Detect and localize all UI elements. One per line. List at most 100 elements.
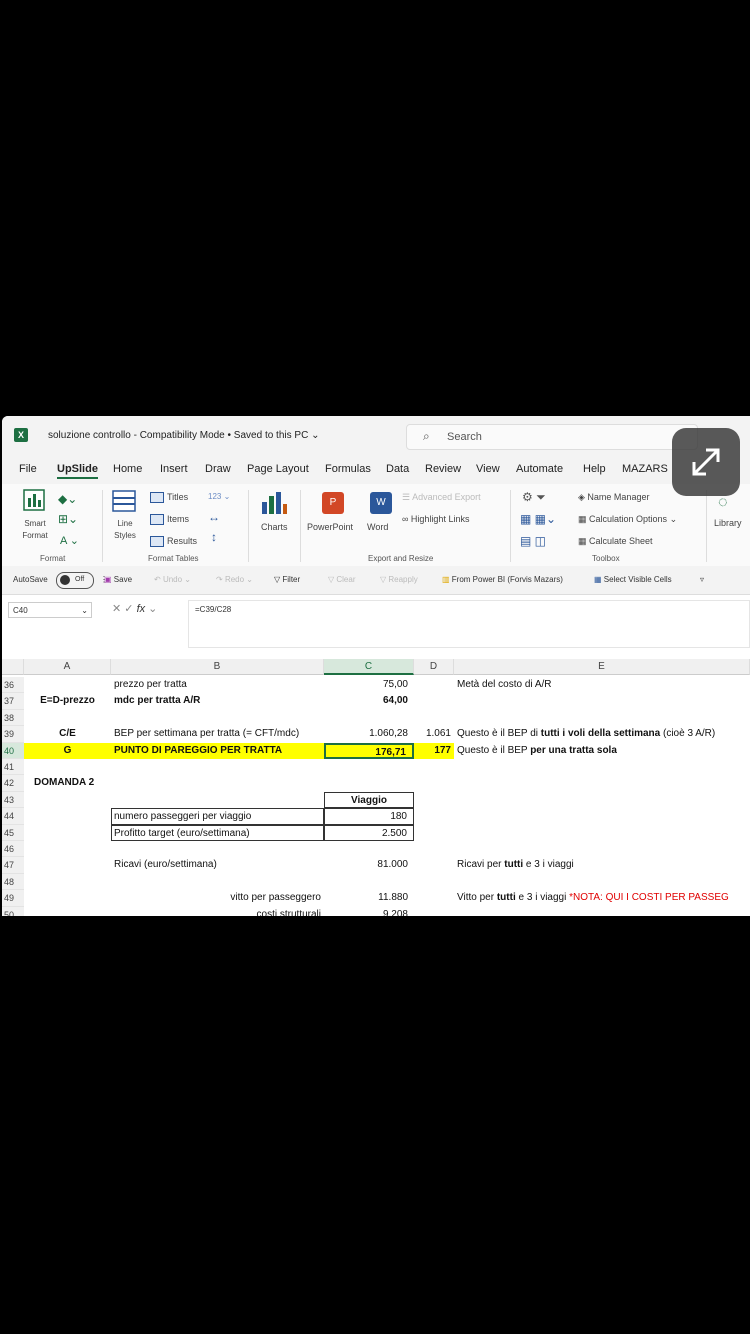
row-header[interactable]: 47	[2, 857, 24, 874]
row-header[interactable]: 45	[2, 824, 24, 841]
spreadsheet-grid[interactable]: A B C D E 36 37 38 39 40 41 42 43 44 45 …	[2, 659, 750, 916]
table-border-icon[interactable]: ⊞⌄	[58, 512, 78, 526]
row-header[interactable]: 37	[2, 693, 24, 710]
cell-b40[interactable]: PUNTO DI PAREGGIO PER TRATTA	[111, 742, 324, 759]
clear-button[interactable]: ▽ Clear	[328, 575, 356, 584]
cell-b50[interactable]: costi strutturali	[111, 907, 321, 916]
cell-c45[interactable]: 2.500	[324, 824, 414, 841]
powerpoint-button[interactable]: PowerPoint	[307, 522, 353, 532]
document-title[interactable]: soluzione controllo - Compatibility Mode…	[48, 430, 319, 441]
row-header[interactable]: 42	[2, 775, 24, 792]
tab-file[interactable]: File	[19, 463, 37, 475]
row-header[interactable]: 43	[2, 791, 24, 809]
select-visible-cells-button[interactable]: ▦ Select Visible Cells	[594, 575, 672, 584]
cell-b49[interactable]: vitto per passeggero	[111, 890, 321, 906]
cell-c37[interactable]: 64,00	[324, 693, 414, 709]
save-button[interactable]: ▣ Save	[104, 575, 132, 584]
cell-b47[interactable]: Ricavi (euro/settimana)	[114, 857, 217, 873]
expand-fullscreen-button[interactable]	[672, 428, 740, 496]
function-icon[interactable]: fx	[137, 603, 146, 615]
filter-button[interactable]: ▽ Filter	[274, 575, 300, 584]
autosave-toggle[interactable]: Off	[56, 572, 94, 589]
cell-c50[interactable]: 9.208	[324, 907, 414, 916]
library-button[interactable]: Library	[714, 518, 742, 528]
tab-automate[interactable]: Automate	[516, 463, 563, 475]
cell-c44[interactable]: 180	[324, 808, 414, 825]
undo-button[interactable]: ↶ Undo ⌄	[154, 575, 191, 584]
row-header[interactable]: 44	[2, 808, 24, 825]
advanced-export-button[interactable]: ☰ Advanced Export	[402, 492, 481, 503]
reapply-button[interactable]: ▽ Reapply	[380, 575, 418, 584]
cell-a42[interactable]: DOMANDA 2	[34, 775, 94, 791]
select-all-corner[interactable]	[2, 659, 24, 675]
cell-c36[interactable]: 75,00	[324, 677, 414, 693]
row-header[interactable]: 46	[2, 841, 24, 858]
cell-e40[interactable]: Questo è il BEP per una tratta sola	[457, 743, 617, 759]
cell-e39[interactable]: Questo è il BEP di tutti i voli della se…	[457, 726, 715, 742]
number-format-button[interactable]: 123 ⌄	[208, 492, 230, 501]
cell-a37[interactable]: E=D-prezzo	[24, 693, 111, 709]
results-button[interactable]: Results	[167, 536, 197, 546]
cell-e47[interactable]: Ricavi per tutti e 3 i viaggi	[457, 857, 574, 873]
paint-icon[interactable]: ◆⌄	[58, 492, 77, 506]
cell-b36[interactable]: prezzo per tratta	[114, 677, 187, 693]
smart-format-button[interactable]: Smart Format	[22, 518, 48, 542]
tab-help[interactable]: Help	[583, 463, 606, 475]
tab-formulas[interactable]: Formulas	[325, 463, 371, 475]
charts-button[interactable]: Charts	[261, 522, 288, 532]
enter-icon[interactable]: ✓	[124, 603, 133, 615]
column-header-a[interactable]: A	[24, 659, 111, 675]
calculate-sheet-button[interactable]: ▦ Calculate Sheet	[578, 536, 653, 547]
word-button[interactable]: Word	[367, 522, 388, 532]
tab-mazars[interactable]: MAZARS	[622, 463, 668, 475]
redo-button[interactable]: ↷ Redo ⌄	[216, 575, 253, 584]
name-box[interactable]: C40 ⌄	[8, 602, 92, 618]
filter-tool-icon[interactable]: ⚙ ⏷	[522, 490, 546, 505]
name-manager-button[interactable]: ◈ Name Manager	[578, 492, 649, 503]
tab-upslide[interactable]: UpSlide	[57, 463, 98, 479]
column-header-c[interactable]: C	[324, 659, 414, 675]
titles-button[interactable]: Titles	[167, 492, 188, 502]
cell-d40[interactable]: 177	[414, 742, 454, 759]
tab-view[interactable]: View	[476, 463, 500, 475]
columns-tool-icon[interactable]: ▤ ◫	[520, 534, 546, 548]
cell-c39[interactable]: 1.060,28	[324, 726, 414, 742]
row-header[interactable]: 41	[2, 759, 24, 776]
items-button[interactable]: Items	[167, 514, 189, 524]
tab-home[interactable]: Home	[113, 463, 142, 475]
cell-e36[interactable]: Metà del costo di A/R	[457, 677, 552, 693]
cell-c49[interactable]: 11.880	[324, 890, 414, 906]
font-color-icon[interactable]: A ⌄	[60, 534, 79, 547]
column-width-icon[interactable]: ↔	[208, 510, 220, 524]
column-header-d[interactable]: D	[414, 659, 454, 675]
row-height-icon[interactable]: ↕	[211, 530, 217, 544]
cell-b44[interactable]: numero passeggeri per viaggio	[111, 808, 324, 825]
search-box[interactable]: ⌕ Search	[406, 424, 698, 450]
cell-c40-selected[interactable]: 176,71	[324, 742, 414, 759]
cell-c43[interactable]: Viaggio	[324, 791, 414, 809]
tab-page-layout[interactable]: Page Layout	[247, 463, 309, 475]
row-header[interactable]: 48	[2, 873, 24, 891]
row-header[interactable]: 40	[2, 742, 24, 759]
line-styles-button[interactable]: Line Styles	[108, 518, 142, 542]
cell-c47[interactable]: 81.000	[324, 857, 414, 873]
customize-toolbar-icon[interactable]: ▿	[700, 575, 704, 584]
row-header[interactable]: 49	[2, 890, 24, 907]
formula-input[interactable]: =C39/C28	[188, 600, 750, 648]
cell-b39[interactable]: BEP per settimana per tratta (= CFT/mdc)	[114, 726, 299, 742]
cell-b37[interactable]: mdc per tratta A/R	[114, 693, 200, 709]
calculation-options-button[interactable]: ▦ Calculation Options ⌄	[578, 514, 677, 525]
cell-b45[interactable]: Profitto target (euro/settimana)	[111, 824, 324, 841]
cancel-icon[interactable]: ✕	[112, 603, 121, 615]
column-header-e[interactable]: E	[454, 659, 750, 675]
row-header[interactable]: 36	[2, 677, 24, 694]
tab-draw[interactable]: Draw	[205, 463, 231, 475]
row-header[interactable]: 39	[2, 726, 24, 743]
column-header-b[interactable]: B	[111, 659, 324, 675]
cell-e49[interactable]: Vitto per tutti e 3 i viaggi *NOTA: QUI …	[457, 890, 750, 906]
from-powerbi-button[interactable]: ▥ From Power BI (Forvis Mazars)	[442, 575, 563, 584]
row-header[interactable]: 50	[2, 906, 24, 916]
row-header[interactable]: 38	[2, 709, 24, 727]
highlight-links-button[interactable]: ∞ Highlight Links	[402, 514, 469, 524]
cell-a39[interactable]: C/E	[24, 726, 111, 742]
